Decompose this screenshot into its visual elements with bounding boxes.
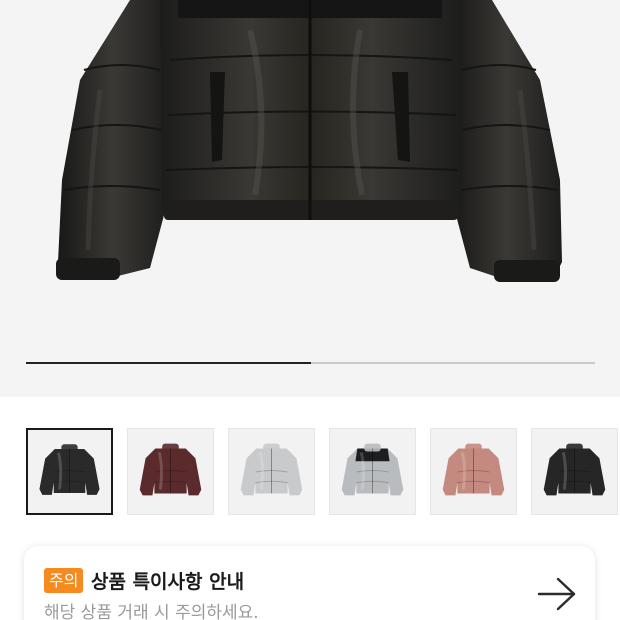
- thumbnail-silver-black-yoke[interactable]: [329, 428, 416, 515]
- gallery-progress-bar: [26, 362, 595, 364]
- jacket-thumbnail-image: [341, 443, 404, 496]
- notice-subtitle: 해당 상품 거래 시 주의하세요.: [44, 603, 259, 620]
- jacket-thumbnail-image: [442, 443, 505, 496]
- jacket-thumbnail-image: [240, 443, 303, 496]
- product-notice-card[interactable]: 주의 상품 특이사항 안내 해당 상품 거래 시 주의하세요.: [24, 546, 595, 620]
- gallery-progress-fill: [26, 362, 311, 364]
- product-hero-image[interactable]: [0, 0, 620, 397]
- notice-title: 상품 특이사항 안내: [91, 571, 245, 593]
- thumbnail-rose-pink[interactable]: [430, 428, 517, 515]
- arrow-right-icon[interactable]: [536, 574, 578, 614]
- thumbnail-strip: [26, 428, 620, 516]
- thumbnail-silver[interactable]: [228, 428, 315, 515]
- thumbnail-black-glossy-cropped[interactable]: [26, 428, 113, 515]
- jacket-thumbnail-image: [39, 444, 100, 495]
- jacket-thumbnail-image: [139, 443, 202, 496]
- puffer-jacket-image: [56, 0, 562, 282]
- caution-badge: 주의: [44, 568, 84, 593]
- thumbnail-black-matte[interactable]: [531, 428, 618, 515]
- product-detail-page: 주의 상품 특이사항 안내 해당 상품 거래 시 주의하세요.: [0, 0, 620, 620]
- thumbnail-burgundy[interactable]: [127, 428, 214, 515]
- jacket-thumbnail-image: [543, 443, 606, 496]
